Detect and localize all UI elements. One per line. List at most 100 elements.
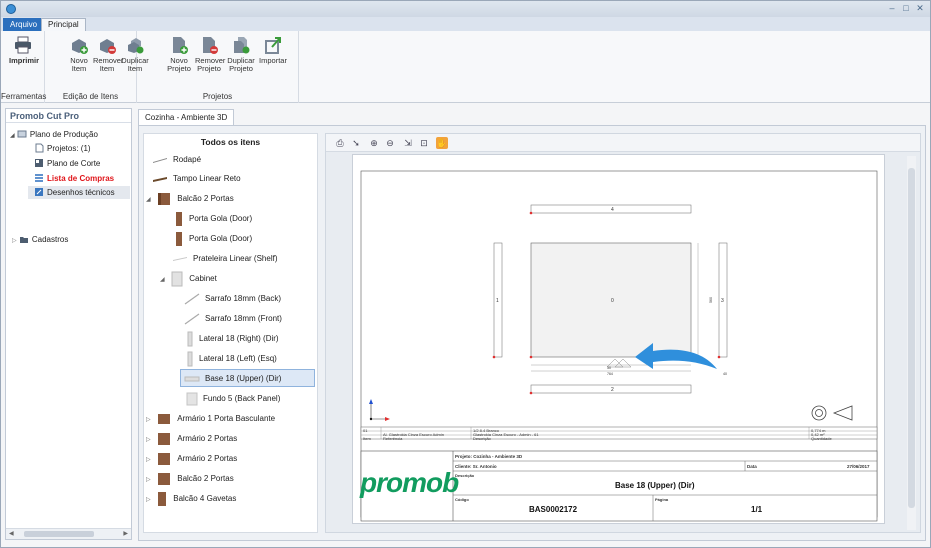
collapse-icon[interactable]: ◢ [10, 133, 15, 139]
zoom-in-icon[interactable]: ⊕ [368, 137, 380, 149]
collapse-icon[interactable]: ◢ [146, 191, 154, 209]
tree-item-plano-corte[interactable]: Plano de Corte [34, 157, 100, 170]
shelf-icon [173, 256, 187, 261]
wall-cabinet-icon [158, 413, 171, 424]
expand-icon[interactable]: ▷ [146, 451, 154, 469]
fit-page-icon[interactable]: ⊡ [418, 137, 430, 149]
cabinet-icon [158, 192, 171, 205]
door-icon [176, 231, 182, 246]
promob-logo: promob [360, 467, 459, 498]
parts-header-desc: Descrição [473, 436, 491, 441]
item-armario-basculante[interactable]: ▷ Armário 1 Porta Basculante [146, 410, 275, 428]
expand-icon[interactable]: ▷ [146, 471, 154, 489]
item-sarrafo-back[interactable]: Sarrafo 18mm (Back) [184, 290, 281, 308]
group-label-projetos: Projetos [202, 92, 233, 101]
item-porta-gola-2[interactable]: Porta Gola (Door) [174, 230, 252, 248]
title-projeto: Projeto: Cozinha - Ambiente 3D [455, 454, 523, 459]
left-panel-scrollbar[interactable]: ◀ ▶ [6, 528, 131, 539]
title-codigo-value: BAS0002172 [529, 505, 578, 514]
scroll-right-icon[interactable]: ▶ [123, 530, 128, 537]
tab-principal[interactable]: Principal [41, 18, 86, 31]
pan-hand-icon[interactable]: ✋ [436, 137, 448, 149]
item-lateral-right[interactable]: Lateral 18 (Right) (Dir) [186, 330, 279, 348]
item-porta-gola-1[interactable]: Porta Gola (Door) [174, 210, 252, 228]
app-icon [6, 4, 16, 14]
maximize-icon[interactable]: □ [902, 3, 910, 14]
new-project-button[interactable]: Novo Projeto [165, 35, 193, 73]
list-icon [35, 174, 43, 182]
export-icon[interactable]: ➘ [350, 137, 362, 149]
title-descricao-value: Base 18 (Upper) (Dir) [615, 481, 695, 490]
close-icon[interactable]: ✕ [916, 3, 924, 14]
fit-width-icon[interactable]: ⇲ [402, 137, 414, 149]
panel-label-right: 3 [721, 298, 724, 304]
duplicate-project-button[interactable]: Duplicar Projeto [227, 35, 255, 73]
group-label-edicao: Edição de Itens [62, 92, 119, 101]
item-rodape[interactable]: Rodapé [152, 151, 201, 169]
window-controls: – □ ✕ [888, 3, 924, 14]
panel-label-top: 4 [611, 207, 614, 213]
app-window: – □ ✕ Arquivo Principal Imprimir Ferrame… [0, 0, 931, 548]
new-item-button[interactable]: Novo Item [65, 35, 93, 73]
new-item-icon [72, 39, 88, 54]
tree-item-projetos[interactable]: Projetos: (1) [34, 142, 91, 155]
technical-drawing-icon [35, 188, 43, 196]
scroll-left-icon[interactable]: ◀ [9, 530, 14, 537]
base-panel-icon [184, 376, 200, 382]
group-label-ferramentas: Ferramentas [1, 92, 47, 101]
tree-item-desenhos[interactable]: Desenhos técnicos [28, 186, 130, 199]
collapse-icon[interactable]: ◢ [160, 271, 168, 289]
batten-icon [184, 313, 200, 325]
panel-label-left: 1 [496, 298, 499, 304]
minimize-icon[interactable]: – [888, 3, 896, 14]
group-edicao-itens: Novo Item Remover Item Duplicar Item Edi… [45, 31, 149, 103]
item-sarrafo-front[interactable]: Sarrafo 18mm (Front) [184, 310, 282, 328]
item-fundo[interactable]: Fundo 5 (Back Panel) [186, 390, 280, 408]
item-prateleira[interactable]: Prateleira Linear (Shelf) [172, 250, 277, 268]
remove-item-icon [100, 39, 116, 54]
item-balcao-2-portas[interactable]: ◢ Balcão 2 Portas [146, 190, 234, 208]
tab-arquivo[interactable]: Arquivo [3, 18, 45, 31]
expand-icon[interactable]: ▷ [146, 411, 154, 429]
dim-bottom-a: 30 [607, 366, 611, 370]
tree-root[interactable]: ◢ Plano de Produção [10, 128, 98, 141]
item-balcao-4-gavetas[interactable]: ▷ Balcão 4 Gavetas [146, 490, 236, 508]
tab-cozinha-ambiente[interactable]: Cozinha - Ambiente 3D [138, 109, 235, 125]
viewer-scrollbar[interactable] [907, 156, 916, 530]
expand-icon[interactable]: ▷ [12, 238, 17, 244]
title-cliente: Cliente: Sr. Antonio [455, 464, 497, 469]
expand-icon[interactable]: ▷ [146, 491, 154, 509]
viewer-scroll-thumb[interactable] [908, 168, 915, 508]
item-tampo[interactable]: Tampo Linear Reto [152, 170, 241, 188]
item-armario-2-portas-2[interactable]: ▷ Armário 2 Portas [146, 450, 237, 468]
ribbon: Imprimir Ferramentas Novo Item Remover I… [1, 31, 930, 103]
document-icon [35, 143, 44, 153]
scroll-thumb[interactable] [24, 531, 94, 537]
viewer-toolbar: ⎙ ➘ ⊕ ⊖ ⇲ ⊡ ✋ [326, 134, 920, 152]
items-panel-header: Todos os itens [200, 137, 261, 147]
production-plan-icon [17, 130, 27, 138]
drawer-unit-icon [158, 491, 167, 506]
zoom-out-icon[interactable]: ⊖ [384, 137, 396, 149]
expand-icon[interactable]: ▷ [146, 431, 154, 449]
side-panel-icon [187, 351, 193, 367]
remove-project-button[interactable]: Remover Projeto [195, 35, 225, 73]
item-balcao-2-portas-b[interactable]: ▷ Balcão 2 Portas [146, 470, 234, 488]
tree-item-cadastros[interactable]: ▷ Cadastros [12, 233, 68, 246]
item-cabinet[interactable]: ◢ Cabinet [160, 270, 217, 288]
dim-inner-height: 560 [708, 297, 713, 303]
import-icon [265, 37, 281, 54]
wall-cabinet-icon [158, 452, 171, 465]
remove-item-button[interactable]: Remover Item [93, 35, 123, 73]
import-button[interactable]: Importar [259, 35, 287, 65]
item-armario-2-portas-1[interactable]: ▷ Armário 2 Portas [146, 430, 237, 448]
wall-cabinet-icon [158, 432, 171, 445]
print-button[interactable]: Imprimir [9, 35, 39, 65]
print-icon[interactable]: ⎙ [334, 137, 346, 149]
plinth-icon [153, 157, 167, 163]
items-panel: Todos os itens Rodapé Tampo Linear Reto … [143, 133, 318, 533]
tree-item-lista-compras[interactable]: Lista de Compras [34, 172, 114, 185]
item-base-upper[interactable]: Base 18 (Upper) (Dir) [180, 369, 315, 387]
item-lateral-left[interactable]: Lateral 18 (Left) (Esq) [186, 350, 277, 368]
dim-bottom-b: 764 [607, 372, 613, 376]
